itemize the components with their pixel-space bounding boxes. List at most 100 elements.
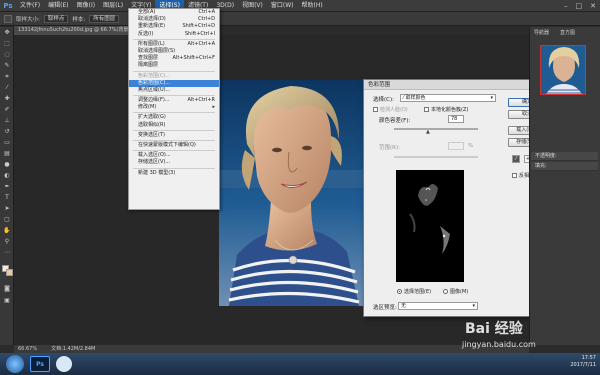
tab-navigator[interactable]: 导航器 [534, 29, 549, 37]
select-menu-item[interactable]: 反选(I) Shift+Ctrl+I [129, 31, 219, 38]
selection-radio[interactable]: 选择范围(E) [397, 288, 431, 295]
select-menu-item[interactable]: 重新选择(E) Shift+Ctrl+D [129, 23, 219, 30]
lasso-tool-icon[interactable]: ◌ [0, 49, 14, 60]
select-menu-item[interactable]: 扩大选取(G) [129, 114, 219, 121]
select-menu-item[interactable]: 所有图层(L) Alt+Ctrl+A [129, 41, 219, 48]
menu-view[interactable]: 视图(V) [238, 0, 267, 12]
sample-select[interactable]: 所有图层 [89, 14, 120, 23]
stamp-tool-icon[interactable]: ⊥ [0, 115, 14, 126]
select-menu-item[interactable]: 修改(M) ▸ [129, 104, 219, 111]
start-button[interactable] [6, 355, 24, 373]
menu-item-label: 反选(I) [138, 30, 154, 37]
menu-item-label: 在快速蒙版模式下编辑(Q) [138, 142, 196, 148]
menu-layer[interactable]: 图层(L) [99, 0, 127, 12]
layer-fill-row[interactable]: 填充: [531, 162, 598, 171]
select-value: 取样颜色 [405, 95, 426, 101]
gradient-tool-icon[interactable]: ▤ [0, 148, 14, 159]
watermark-url: jingyan.baidu.com [462, 340, 536, 349]
background-color-swatch[interactable] [6, 269, 13, 276]
healing-tool-icon[interactable]: ✚ [0, 93, 14, 104]
select-menu-item[interactable]: 存储选区(V)... [129, 159, 219, 166]
chevron-down-icon: ▾ [472, 303, 475, 309]
move-tool-icon[interactable]: ✥ [0, 27, 14, 38]
image-radio[interactable]: 图像(M) [443, 288, 468, 295]
menu-edit[interactable]: 编辑(E) [44, 0, 72, 12]
selection-preview[interactable] [396, 170, 464, 282]
preview-select[interactable]: 无 ▾ [398, 302, 478, 310]
fuzziness-slider[interactable] [394, 128, 478, 130]
marquee-tool-icon[interactable]: ⬚ [0, 38, 14, 49]
menu-item-shortcut: Ctrl+A [198, 9, 215, 15]
taskbar-browser-icon[interactable] [56, 356, 72, 372]
eyedropper-tool-icon[interactable]: ⁄ [0, 82, 14, 93]
select-dropdown[interactable]: ⁄ 取样颜色 ▾ [400, 94, 496, 102]
select-menu-item[interactable]: 新建 3D 模型(3) [129, 170, 219, 177]
quick-select-tool-icon[interactable]: ✎ [0, 60, 14, 71]
menu-item-shortcut: Alt+Ctrl+R [187, 97, 215, 104]
select-menu-item[interactable]: 焦点区域(U)... [129, 87, 219, 94]
eyedropper-icon[interactable]: ⁄ [512, 155, 520, 163]
maximize-button[interactable]: □ [576, 2, 583, 10]
detect-faces-checkbox[interactable]: 检测人脸(D) [373, 106, 408, 113]
window-controls: – □ ✕ [564, 0, 596, 12]
range-unit: % [468, 143, 474, 149]
menu-item-label: 存储选区(V)... [138, 159, 171, 166]
selection-radio-label: 选择范围(E) [404, 289, 432, 295]
status-bar: 66.67% 文档:1.42M/2.84M [14, 345, 529, 353]
detect-faces-label: 检测人脸(D) [380, 107, 408, 113]
localized-color-checkbox[interactable]: 本地化颜色簇(Z) [424, 106, 468, 113]
menu-help[interactable]: 帮助(H) [298, 0, 327, 12]
menu-item-label: 新建 3D 模型(3) [138, 169, 176, 176]
shape-tool-icon[interactable]: ▢ [0, 214, 14, 225]
menu-file[interactable]: 文件(F) [16, 0, 44, 12]
dodge-tool-icon[interactable]: ◐ [0, 170, 14, 181]
fuzziness-slider-handle[interactable]: ▲ [426, 129, 430, 135]
blur-tool-icon[interactable]: ● [0, 159, 14, 170]
menu-item-label: 重新选择(E) [138, 23, 166, 30]
range-slider [394, 156, 478, 158]
path-select-icon[interactable]: ➤ [0, 203, 14, 214]
image-radio-label: 图像(M) [450, 289, 469, 295]
menu-item-label: 焦点区域(U)... [138, 86, 171, 93]
type-tool-icon[interactable]: T [0, 192, 14, 203]
select-menu-item[interactable]: 色彩范围(C)... [129, 79, 219, 87]
select-menu-item[interactable]: 隔离图层 [129, 62, 219, 69]
eraser-tool-icon[interactable]: ▭ [0, 137, 14, 148]
screen-mode-icon[interactable]: ▣ [0, 295, 14, 306]
menu-item-label: 所有图层(L) [138, 40, 165, 47]
tab-histogram[interactable]: 直方图 [560, 29, 575, 37]
sample-size-select[interactable]: 取样点 [43, 14, 69, 23]
layer-opacity-row[interactable]: 不透明度: [531, 152, 598, 161]
document-image[interactable] [219, 80, 364, 306]
minimize-button[interactable]: – [564, 2, 568, 10]
menu-item-shortcut: ▸ [212, 104, 215, 111]
menu-item-label: 色彩范围(C)... [138, 72, 171, 79]
eyedropper-tool-icon[interactable] [4, 14, 12, 23]
more-tools-icon[interactable]: ⋯ [0, 247, 14, 258]
fuzziness-input[interactable]: 78 [448, 115, 464, 123]
dialog-title: 色彩范围 [364, 80, 549, 90]
select-menu-dropdown: 全部(A) Ctrl+A 取消选择(D) Ctrl+D 重新选择(E) Shift+Ctr… [128, 8, 220, 210]
menu-separator [133, 95, 215, 97]
quick-mask-icon[interactable]: ◙ [0, 283, 14, 294]
select-menu-item[interactable]: 在快速蒙版模式下编辑(Q) [129, 142, 219, 149]
navigator-thumbnail[interactable] [540, 45, 586, 95]
menu-window[interactable]: 窗口(W) [267, 0, 298, 12]
menu-item-label: 修改(M) [138, 104, 157, 111]
pen-tool-icon[interactable]: ✒ [0, 181, 14, 192]
history-brush-icon[interactable]: ↺ [0, 126, 14, 137]
crop-tool-icon[interactable]: ⌗ [0, 71, 14, 82]
hand-tool-icon[interactable]: ✋ [0, 225, 14, 236]
preview-label: 选区预览: [373, 305, 397, 311]
zoom-level[interactable]: 66.67% [18, 345, 37, 353]
select-menu-item[interactable]: 选取相似(R) [129, 122, 219, 129]
zoom-tool-icon[interactable]: ⚲ [0, 236, 14, 247]
doc-info[interactable]: 文档:1.42M/2.84M [51, 345, 95, 353]
menu-item-shortcut: Ctrl+D [198, 16, 215, 23]
brush-tool-icon[interactable]: ✐ [0, 104, 14, 115]
select-menu-item[interactable]: 变换选区(T) [129, 132, 219, 139]
taskbar-photoshop[interactable]: Ps [30, 356, 50, 372]
baidu-watermark: Bai 经验 [465, 321, 523, 337]
menu-image[interactable]: 图像(I) [73, 0, 99, 12]
close-button[interactable]: ✕ [590, 2, 596, 10]
